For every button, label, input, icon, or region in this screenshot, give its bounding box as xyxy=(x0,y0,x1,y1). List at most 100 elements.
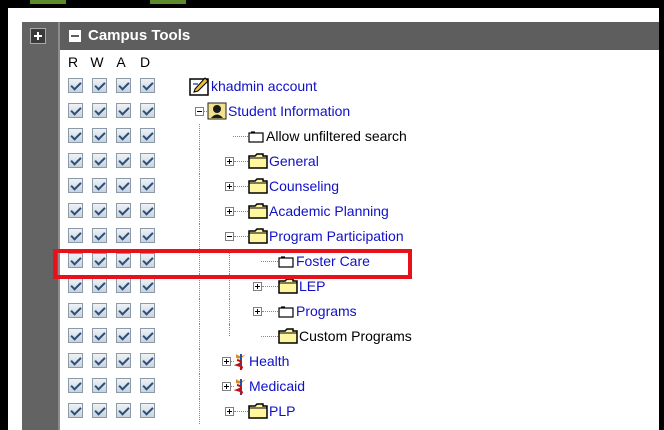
tree-label[interactable]: khadmin account xyxy=(211,74,317,98)
checkbox-read[interactable] xyxy=(68,403,83,418)
checkbox-delete[interactable] xyxy=(140,153,155,168)
right-border xyxy=(659,0,664,430)
checkbox-add[interactable] xyxy=(116,278,131,293)
checkbox-add[interactable] xyxy=(116,178,131,193)
tree-label[interactable]: Program Participation xyxy=(269,224,404,248)
tree-guide xyxy=(199,199,200,224)
column-write: W xyxy=(90,54,104,70)
folder-icon xyxy=(248,403,268,419)
expand-icon[interactable] xyxy=(225,157,234,166)
checkbox-write[interactable] xyxy=(92,128,107,143)
checkbox-add[interactable] xyxy=(116,228,131,243)
checkbox-delete[interactable] xyxy=(140,303,155,318)
tree-label[interactable]: Health xyxy=(249,349,289,373)
tree-label[interactable]: Custom Programs xyxy=(299,324,412,348)
top-border xyxy=(0,0,664,8)
expand-icon[interactable] xyxy=(222,357,231,366)
expand-icon[interactable] xyxy=(225,407,234,416)
checkbox-delete[interactable] xyxy=(140,128,155,143)
checkbox-read[interactable] xyxy=(68,153,83,168)
checkbox-read[interactable] xyxy=(68,203,83,218)
checkbox-read[interactable] xyxy=(68,378,83,393)
checkbox-write[interactable] xyxy=(92,353,107,368)
checkbox-write[interactable] xyxy=(92,278,107,293)
checkbox-delete[interactable] xyxy=(140,403,155,418)
expand-icon[interactable] xyxy=(253,307,262,316)
campus-tools-header[interactable]: Campus Tools xyxy=(60,22,659,50)
tree-row: Program Participation xyxy=(0,224,659,249)
collapse-icon[interactable] xyxy=(195,107,204,116)
checkbox-write[interactable] xyxy=(92,378,107,393)
tree-label[interactable]: Student Information xyxy=(228,99,350,123)
expand-all-icon[interactable] xyxy=(30,28,46,44)
checkbox-read[interactable] xyxy=(68,353,83,368)
checkbox-write[interactable] xyxy=(92,328,107,343)
checkbox-add[interactable] xyxy=(116,353,131,368)
tree-connector xyxy=(234,411,248,412)
checkbox-read[interactable] xyxy=(68,178,83,193)
checkbox-add[interactable] xyxy=(116,203,131,218)
checkbox-delete[interactable] xyxy=(140,353,155,368)
caduceus-icon xyxy=(234,354,246,370)
checkbox-add[interactable] xyxy=(116,378,131,393)
tree-label[interactable]: Counseling xyxy=(269,174,339,198)
checkbox-read[interactable] xyxy=(68,78,83,93)
expand-icon[interactable] xyxy=(253,282,262,291)
checkbox-add[interactable] xyxy=(116,303,131,318)
tree-label[interactable]: General xyxy=(269,149,319,173)
expand-icon[interactable] xyxy=(225,182,234,191)
checkbox-read[interactable] xyxy=(68,128,83,143)
caduceus-icon xyxy=(234,379,246,395)
folder-icon xyxy=(248,228,268,244)
checkbox-write[interactable] xyxy=(92,203,107,218)
checkbox-delete[interactable] xyxy=(140,178,155,193)
checkbox-read[interactable] xyxy=(68,103,83,118)
checkbox-write[interactable] xyxy=(92,103,107,118)
collapse-icon[interactable] xyxy=(225,232,234,241)
checkbox-delete[interactable] xyxy=(140,328,155,343)
checkbox-delete[interactable] xyxy=(140,378,155,393)
tree-connector xyxy=(262,311,278,312)
checkbox-add[interactable] xyxy=(116,328,131,343)
checkbox-add[interactable] xyxy=(116,403,131,418)
folder-icon xyxy=(248,153,268,169)
folder-icon xyxy=(278,328,298,344)
checkbox-write[interactable] xyxy=(92,178,107,193)
expand-icon[interactable] xyxy=(225,207,234,216)
tree-label[interactable]: Programs xyxy=(296,299,357,323)
checkbox-add[interactable] xyxy=(116,103,131,118)
checkbox-add[interactable] xyxy=(116,128,131,143)
tree-connector xyxy=(233,136,248,137)
tree-label[interactable]: Allow unfiltered search xyxy=(266,124,407,148)
page-icon xyxy=(248,131,264,143)
checkbox-read[interactable] xyxy=(68,303,83,318)
checkbox-delete[interactable] xyxy=(140,103,155,118)
checkbox-delete[interactable] xyxy=(140,78,155,93)
checkbox-delete[interactable] xyxy=(140,278,155,293)
tree-guide xyxy=(199,224,200,249)
account-icon xyxy=(189,77,209,96)
checkbox-write[interactable] xyxy=(92,78,107,93)
tree-label[interactable]: Academic Planning xyxy=(269,199,389,223)
collapse-icon[interactable] xyxy=(69,30,81,42)
checkbox-write[interactable] xyxy=(92,153,107,168)
checkbox-write[interactable] xyxy=(92,228,107,243)
tree-row: Health xyxy=(0,349,659,374)
tree-label[interactable]: PLP xyxy=(269,399,295,423)
checkbox-read[interactable] xyxy=(68,228,83,243)
expand-icon[interactable] xyxy=(222,382,231,391)
tree-label[interactable]: Medicaid xyxy=(249,374,305,398)
column-read: R xyxy=(67,54,79,70)
checkbox-write[interactable] xyxy=(92,403,107,418)
tree-connector xyxy=(261,336,278,337)
checkbox-add[interactable] xyxy=(116,153,131,168)
tree-row: PLP xyxy=(0,399,659,424)
tree-guide xyxy=(199,324,200,349)
checkbox-delete[interactable] xyxy=(140,203,155,218)
checkbox-add[interactable] xyxy=(116,78,131,93)
checkbox-delete[interactable] xyxy=(140,228,155,243)
checkbox-read[interactable] xyxy=(68,328,83,343)
checkbox-read[interactable] xyxy=(68,278,83,293)
tree-connector xyxy=(234,236,248,237)
checkbox-write[interactable] xyxy=(92,303,107,318)
